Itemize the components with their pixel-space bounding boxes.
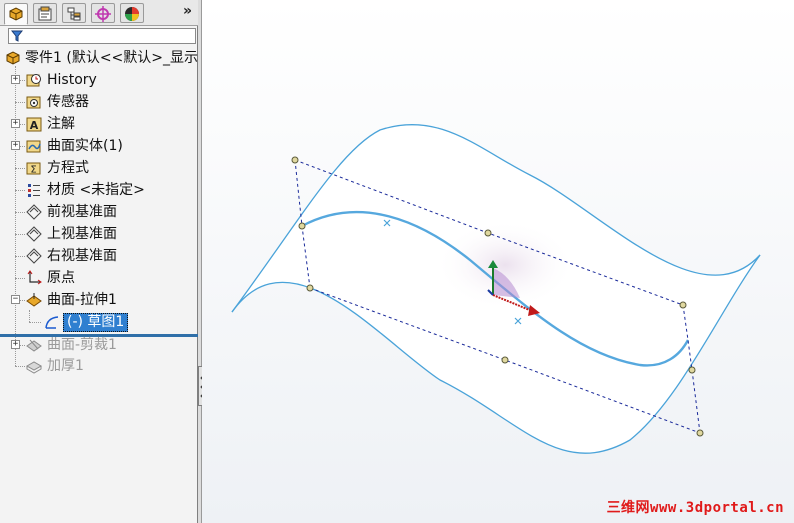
tree-item-top-plane[interactable]: 上视基准面	[0, 224, 198, 244]
origin-icon	[27, 270, 42, 285]
feature-manager-icon	[9, 7, 23, 21]
tree-connector	[15, 256, 25, 257]
tree-item-sensors[interactable]: 传感器	[0, 92, 198, 112]
extruded-surface-icon	[26, 293, 42, 307]
tree-connector	[15, 190, 25, 191]
plane-icon	[26, 204, 42, 220]
tree-item-label: 加厚1	[47, 358, 84, 374]
tree-item-label: 上视基准面	[47, 226, 117, 242]
plane-icon	[26, 226, 42, 242]
svg-text:Σ: Σ	[30, 165, 36, 176]
feature-manager-tab[interactable]	[4, 3, 28, 25]
tree-item-label: 传感器	[47, 94, 89, 110]
tree-item-surface-trim1[interactable]: + 曲面-剪裁1	[0, 335, 198, 355]
tree-root-part[interactable]: 零件1 (默认<<默认>_显示	[0, 48, 198, 68]
trim-surface-icon	[26, 339, 42, 352]
display-manager-tab[interactable]	[120, 3, 144, 23]
tree-item-label: History	[47, 72, 97, 88]
configuration-manager-tab[interactable]	[62, 3, 86, 23]
tree-item-history[interactable]: + History	[0, 70, 198, 90]
tree-item-label: 注解	[47, 116, 75, 132]
display-manager-icon	[125, 7, 139, 21]
more-tabs-button[interactable]: »	[183, 3, 192, 19]
tree-item-thicken1[interactable]: 加厚1	[0, 356, 198, 376]
sensor-icon	[26, 96, 41, 109]
tree-connector	[15, 212, 25, 213]
tree-connector	[15, 168, 25, 169]
annotation-icon: A	[26, 117, 42, 132]
property-manager-tab[interactable]	[33, 3, 57, 23]
expand-toggle[interactable]: +	[11, 141, 20, 150]
surface-bodies-icon	[26, 140, 41, 153]
material-icon	[28, 184, 40, 197]
tree-item-label: 原点	[47, 270, 75, 286]
tree-connector	[15, 102, 25, 103]
part-icon	[6, 51, 20, 65]
tree-item-label: 右视基准面	[47, 248, 117, 264]
dimxpert-tab[interactable]	[91, 3, 115, 23]
tree-item-label: 材质 <未指定>	[47, 182, 145, 198]
svg-text:A: A	[30, 119, 39, 132]
tree-item-label: 曲面-拉伸1	[47, 292, 117, 308]
tree-connector	[15, 234, 25, 235]
thicken-icon	[26, 361, 42, 374]
filter-icon	[11, 30, 23, 42]
configuration-manager-icon	[67, 7, 81, 21]
sketch-icon	[45, 316, 59, 329]
graphics-viewport[interactable]	[202, 0, 794, 523]
watermark: 三维网www.3dportal.cn	[606, 500, 784, 516]
tree-item-annotations[interactable]: + A 注解	[0, 114, 198, 134]
tree-connector	[29, 322, 41, 323]
tree-item-front-plane[interactable]: 前视基准面	[0, 202, 198, 222]
collapse-toggle[interactable]: −	[11, 295, 20, 304]
tree-item-surface-extrude1[interactable]: − 曲面-拉伸1	[0, 290, 198, 310]
tree-item-right-plane[interactable]: 右视基准面	[0, 246, 198, 266]
tree-item-surface-bodies[interactable]: + 曲面实体(1)	[0, 136, 198, 156]
tree-root-label: 零件1 (默认<<默认>_显示	[25, 50, 199, 66]
tree-item-label: 曲面-剪裁1	[47, 337, 117, 353]
expand-toggle[interactable]: +	[11, 340, 20, 349]
tree-item-label: (-) 草图1	[63, 313, 129, 332]
feature-manager-panel: » 零件1 (默认<<默认>_显示 + History 传感器 + A 注解 +…	[0, 0, 198, 523]
tree-item-label: 方程式	[47, 160, 89, 176]
tree-item-material[interactable]: 材质 <未指定>	[0, 180, 198, 200]
tree-connector	[15, 278, 25, 279]
expand-toggle[interactable]: +	[11, 119, 20, 128]
tree-item-label: 曲面实体(1)	[47, 138, 123, 154]
dimxpert-icon	[95, 6, 111, 22]
property-manager-icon	[38, 6, 52, 21]
plane-icon	[26, 248, 42, 264]
expand-toggle[interactable]: +	[11, 75, 20, 84]
manager-tab-bar: »	[0, 0, 198, 26]
tree-filter-input[interactable]	[8, 28, 196, 44]
tree-item-label: 前视基准面	[47, 204, 117, 220]
tree-item-origin[interactable]: 原点	[0, 268, 198, 288]
surface-highlight	[435, 220, 575, 310]
equation-icon: Σ	[26, 162, 41, 176]
tree-connector	[15, 366, 25, 367]
tree-item-sketch1[interactable]: (-) 草图1	[0, 312, 198, 332]
history-icon	[26, 74, 41, 87]
tree-item-equations[interactable]: Σ 方程式	[0, 158, 198, 178]
